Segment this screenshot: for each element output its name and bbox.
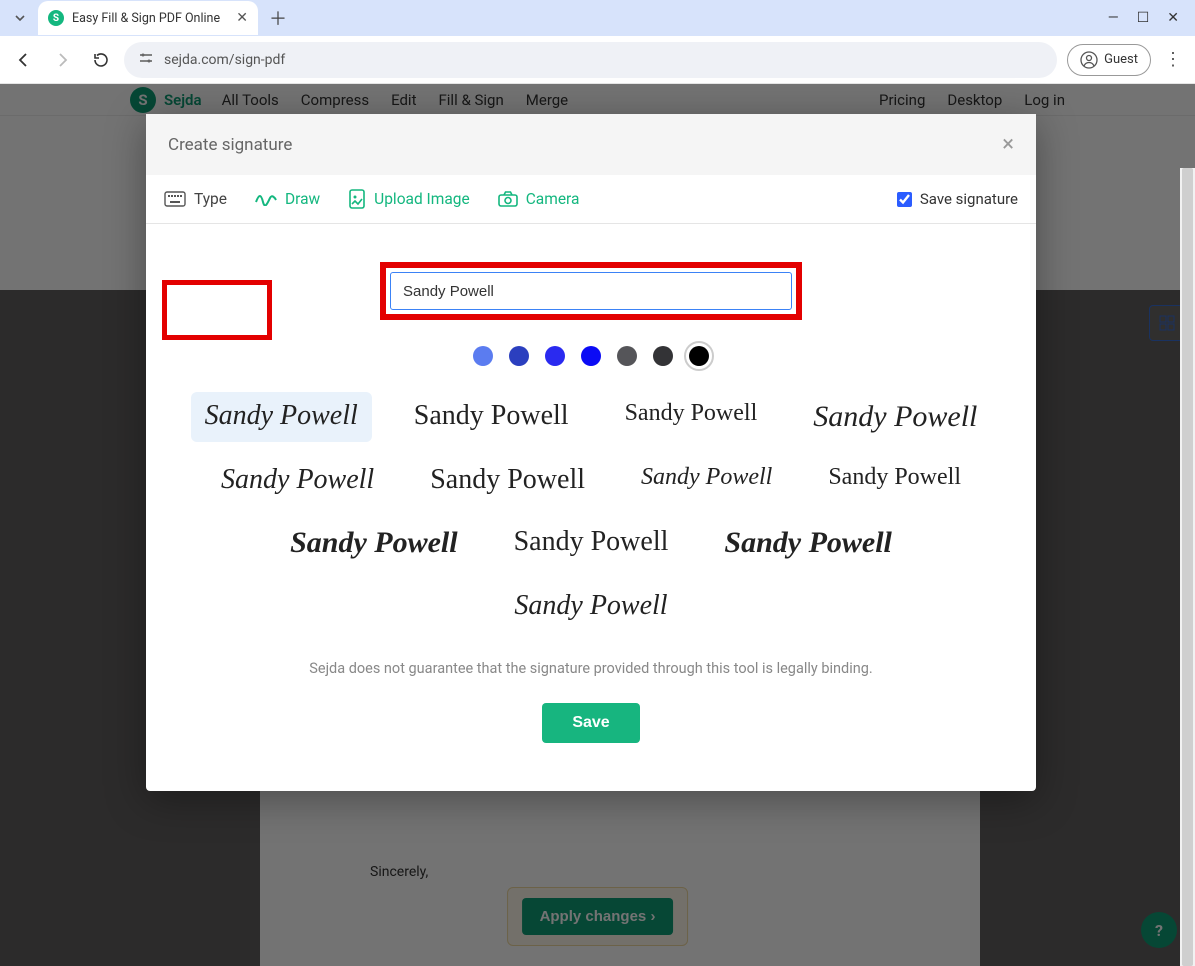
signature-style-1[interactable]: Sandy Powell: [191, 392, 372, 442]
browser-tab[interactable]: S Easy Fill & Sign PDF Online ✕: [38, 1, 258, 35]
color-swatch-3[interactable]: [545, 346, 565, 366]
signature-style-2[interactable]: Sandy Powell: [400, 392, 583, 442]
save-button[interactable]: Save: [542, 703, 639, 743]
tab-search-dropdown[interactable]: [8, 6, 32, 30]
window-controls: ― ☐ ✕: [1108, 10, 1187, 26]
disclaimer-text: Sejda does not guarantee that the signat…: [176, 660, 1006, 677]
tab-draw-label: Draw: [285, 190, 320, 208]
tab-camera[interactable]: Camera: [498, 190, 580, 208]
browser-menu-icon[interactable]: ⋮: [1161, 49, 1185, 70]
create-signature-modal: Create signature × Type Draw Upload I: [146, 114, 1036, 791]
page-content: S Sejda All Tools Compress Edit Fill & S…: [0, 84, 1195, 966]
save-signature-label: Save signature: [920, 190, 1018, 208]
color-swatch-2[interactable]: [509, 346, 529, 366]
guest-icon: [1080, 51, 1098, 69]
site-settings-icon[interactable]: [138, 51, 154, 69]
address-bar[interactable]: sejda.com/sign-pdf: [124, 42, 1057, 78]
color-swatch-6[interactable]: [653, 346, 673, 366]
color-swatch-1[interactable]: [473, 346, 493, 366]
signature-style-8[interactable]: Sandy Powell: [814, 456, 975, 504]
signature-style-11[interactable]: Sandy Powell: [710, 518, 906, 568]
color-swatch-5[interactable]: [617, 346, 637, 366]
tab-upload[interactable]: Upload Image: [348, 189, 470, 209]
signature-style-5[interactable]: Sandy Powell: [207, 456, 388, 504]
color-swatch-4[interactable]: [581, 346, 601, 366]
color-swatches: [176, 346, 1006, 366]
close-window-icon[interactable]: ✕: [1167, 10, 1179, 26]
modal-header: Create signature ×: [146, 114, 1036, 175]
signature-style-3[interactable]: Sandy Powell: [611, 392, 772, 442]
signature-style-4[interactable]: Sandy Powell: [799, 392, 991, 442]
save-signature-toggle[interactable]: Save signature: [897, 190, 1018, 208]
color-swatch-7[interactable]: [689, 346, 709, 366]
tab-draw[interactable]: Draw: [255, 190, 320, 208]
tab-type-label: Type: [194, 190, 227, 208]
keyboard-icon: [164, 191, 186, 207]
modal-body: Sandy Powell Sandy Powell Sandy Powell S…: [146, 224, 1036, 791]
signature-style-7[interactable]: Sandy Powell: [627, 456, 786, 504]
tab-upload-label: Upload Image: [374, 190, 470, 208]
favicon-icon: S: [48, 10, 64, 26]
reload-button[interactable]: [86, 46, 114, 74]
tab-close-icon[interactable]: ✕: [236, 10, 248, 26]
scrollbar-thumb[interactable]: [1182, 168, 1193, 966]
save-signature-checkbox[interactable]: [897, 192, 912, 207]
maximize-icon[interactable]: ☐: [1137, 10, 1150, 26]
squiggle-icon: [255, 192, 277, 206]
image-file-icon: [348, 189, 366, 209]
minimize-icon[interactable]: ―: [1108, 10, 1119, 26]
forward-button[interactable]: [48, 46, 76, 74]
guest-label: Guest: [1104, 52, 1138, 67]
tab-camera-label: Camera: [526, 190, 580, 208]
scrollbar-track[interactable]: [1180, 168, 1195, 966]
url-text: sejda.com/sign-pdf: [164, 52, 285, 68]
signature-styles: Sandy Powell Sandy Powell Sandy Powell S…: [176, 392, 1006, 630]
signature-style-10[interactable]: Sandy Powell: [500, 518, 683, 568]
signature-style-6[interactable]: Sandy Powell: [416, 456, 599, 504]
back-button[interactable]: [10, 46, 38, 74]
profile-chip[interactable]: Guest: [1067, 44, 1151, 76]
browser-toolbar: sejda.com/sign-pdf Guest ⋮: [0, 36, 1195, 84]
signature-style-12[interactable]: Sandy Powell: [500, 582, 681, 630]
signature-style-9[interactable]: Sandy Powell: [276, 518, 472, 568]
browser-titlebar: S Easy Fill & Sign PDF Online ✕ ＋ ― ☐ ✕: [0, 0, 1195, 36]
modal-tabs: Type Draw Upload Image Camera: [146, 175, 1036, 224]
input-highlight-box: [380, 262, 802, 320]
new-tab-button[interactable]: ＋: [264, 4, 292, 32]
tab-type[interactable]: Type: [164, 190, 227, 208]
tab-title: Easy Fill & Sign PDF Online: [72, 11, 228, 26]
modal-title: Create signature: [168, 135, 292, 155]
modal-close-icon[interactable]: ×: [1002, 132, 1014, 157]
camera-icon: [498, 191, 518, 207]
signature-name-input[interactable]: [390, 272, 792, 310]
